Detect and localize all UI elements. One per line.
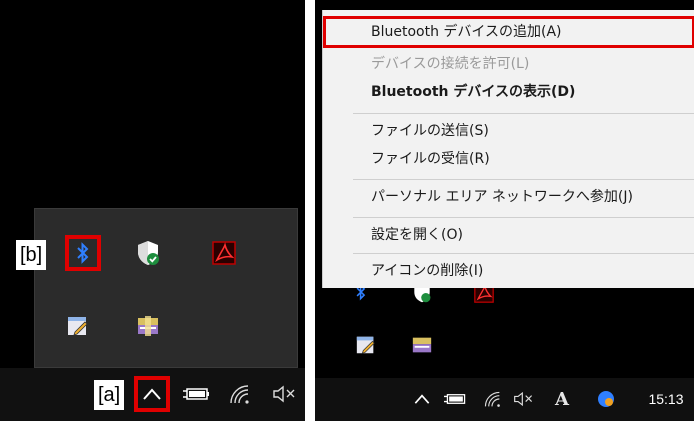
app-status-icon [598, 391, 614, 407]
tray-notepad-dim[interactable] [353, 332, 379, 358]
volume-muted-icon [514, 391, 533, 407]
menu-separator [353, 253, 694, 254]
menu-item-add-bluetooth-device[interactable]: Bluetooth デバイスの追加(A) [323, 16, 694, 48]
pdf-tool-icon [212, 241, 236, 265]
battery-icon [183, 388, 209, 400]
callout-label-b: [b] [16, 240, 47, 270]
tray-bluetooth-button[interactable] [65, 235, 101, 271]
left-screenshot-panel: [b] [a] [0, 0, 305, 421]
bluetooth-context-menu: Bluetooth デバイスの追加(A) デバイスの接続を許可(L) Bluet… [322, 10, 694, 288]
show-hidden-icons-button[interactable] [134, 376, 170, 412]
callout-label-a: [a] [94, 380, 125, 410]
menu-item-receive-file[interactable]: ファイルの受信(R) [323, 145, 694, 173]
taskbar: A 15:13 [315, 378, 694, 421]
battery-icon [444, 394, 466, 404]
ime-indicator[interactable]: A [553, 386, 571, 412]
windows-security-icon [138, 241, 159, 265]
tray-pdf-button[interactable] [211, 240, 237, 266]
notepad-icon [356, 336, 375, 354]
menu-separator [353, 113, 694, 114]
menu-item-join-pan[interactable]: パーソナル エリア ネットワークへ参加(J) [323, 183, 694, 211]
taskbar: [a] [0, 368, 305, 421]
menu-item-show-bluetooth-devices[interactable]: Bluetooth デバイスの表示(D) [323, 78, 694, 106]
status-app-button[interactable] [595, 388, 617, 410]
volume-muted-icon [273, 385, 295, 403]
tray-archive-button[interactable] [135, 313, 161, 339]
taskbar-clock[interactable]: 15:13 [641, 388, 691, 410]
tray-security-button[interactable] [135, 240, 161, 266]
bluetooth-icon [77, 242, 89, 264]
notepad-icon [68, 317, 88, 336]
menu-item-open-settings[interactable]: 設定を開く(O) [323, 221, 694, 249]
tray-notepad-button[interactable] [65, 313, 91, 339]
right-screenshot-panel: Bluetooth デバイスの追加(A) デバイスの接続を許可(L) Bluet… [315, 0, 694, 421]
menu-separator [353, 217, 694, 218]
volume-button[interactable] [511, 388, 537, 410]
battery-button[interactable] [182, 384, 212, 404]
volume-button[interactable] [270, 382, 300, 406]
chevron-up-icon [414, 394, 430, 404]
network-button[interactable] [481, 388, 503, 410]
archive-icon [138, 316, 158, 336]
wifi-icon [484, 391, 500, 407]
wifi-icon [230, 385, 249, 404]
battery-button[interactable] [443, 390, 469, 408]
menu-item-allow-connection[interactable]: デバイスの接続を許可(L) [323, 50, 694, 78]
menu-item-remove-icon[interactable]: アイコンの削除(I) [323, 257, 694, 285]
chevron-up-icon [143, 388, 161, 400]
show-hidden-icons-button[interactable] [411, 388, 433, 410]
menu-separator [353, 179, 694, 180]
menu-item-send-file[interactable]: ファイルの送信(S) [323, 117, 694, 145]
hidden-icons-flyout [34, 208, 298, 368]
tray-archive-dim[interactable] [409, 332, 435, 358]
network-button[interactable] [226, 382, 252, 406]
archive-icon [412, 337, 432, 353]
